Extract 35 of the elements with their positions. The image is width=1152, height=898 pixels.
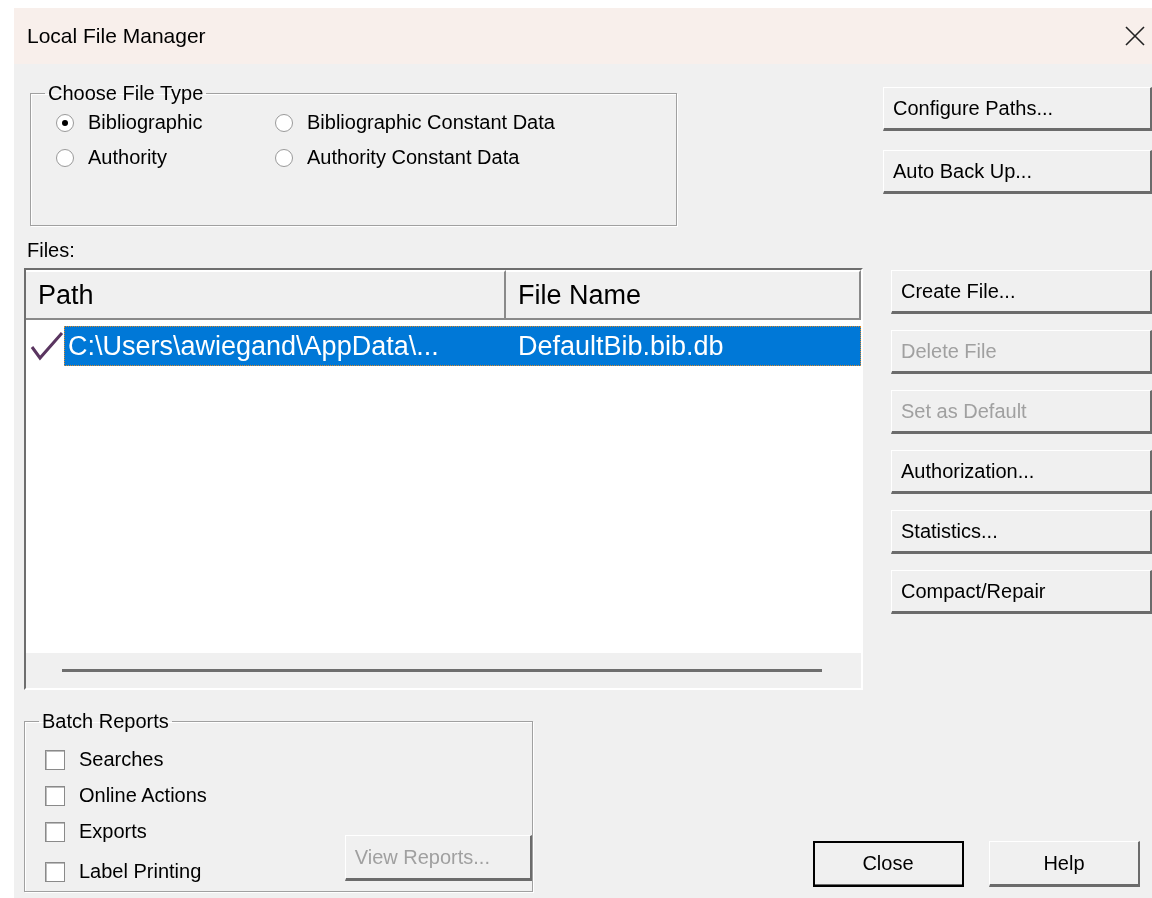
button[interactable]: Authorization... [891,450,1152,494]
window-title: Local File Manager [27,24,206,48]
checkbox-option[interactable]: Searches [45,748,334,771]
file-name-cell-text: DefaultBib.bib.db [517,330,724,362]
checkbox-option[interactable]: Label Printing [45,860,334,883]
checkbox-option[interactable]: Exports [45,820,334,843]
checkbox-option[interactable]: Online Actions [45,784,334,807]
button[interactable]: Statistics... [891,510,1152,554]
radio-option[interactable]: Authority [56,146,275,169]
button[interactable]: Compact/Repair [891,570,1152,614]
radio-option[interactable]: Authority Constant Data [275,146,676,169]
checkbox[interactable] [45,749,65,770]
path-cell-text: C:\Users\awiegand\AppData\... [67,330,440,362]
radio-button[interactable] [56,113,74,132]
scrollbar[interactable] [26,653,861,688]
radio-option[interactable]: Bibliographic Constant Data [275,111,676,134]
button[interactable]: Create File... [891,270,1152,314]
button[interactable]: Help [989,841,1140,887]
button[interactable]: Auto Back Up... [883,150,1152,194]
radio-button[interactable] [56,148,74,167]
radio-option[interactable]: Bibliographic [56,111,275,134]
button[interactable]: Configure Paths... [883,87,1152,131]
close-icon[interactable] [1124,25,1146,47]
button[interactable]: Close [813,841,964,887]
group-label: Choose File Type [47,82,205,105]
radio-button[interactable] [275,113,293,132]
column-header[interactable]: Path [26,270,506,318]
files-label: Files: [27,239,76,262]
group-label: Batch Reports [41,710,170,733]
column-header[interactable]: File Name [506,270,861,318]
radio-button[interactable] [275,148,293,167]
checkbox[interactable] [45,861,65,882]
checkbox[interactable] [45,785,65,806]
file-row[interactable]: C:\Users\awiegand\AppData\... DefaultBib.bib.db [64,326,861,366]
checkbox[interactable] [45,821,65,842]
